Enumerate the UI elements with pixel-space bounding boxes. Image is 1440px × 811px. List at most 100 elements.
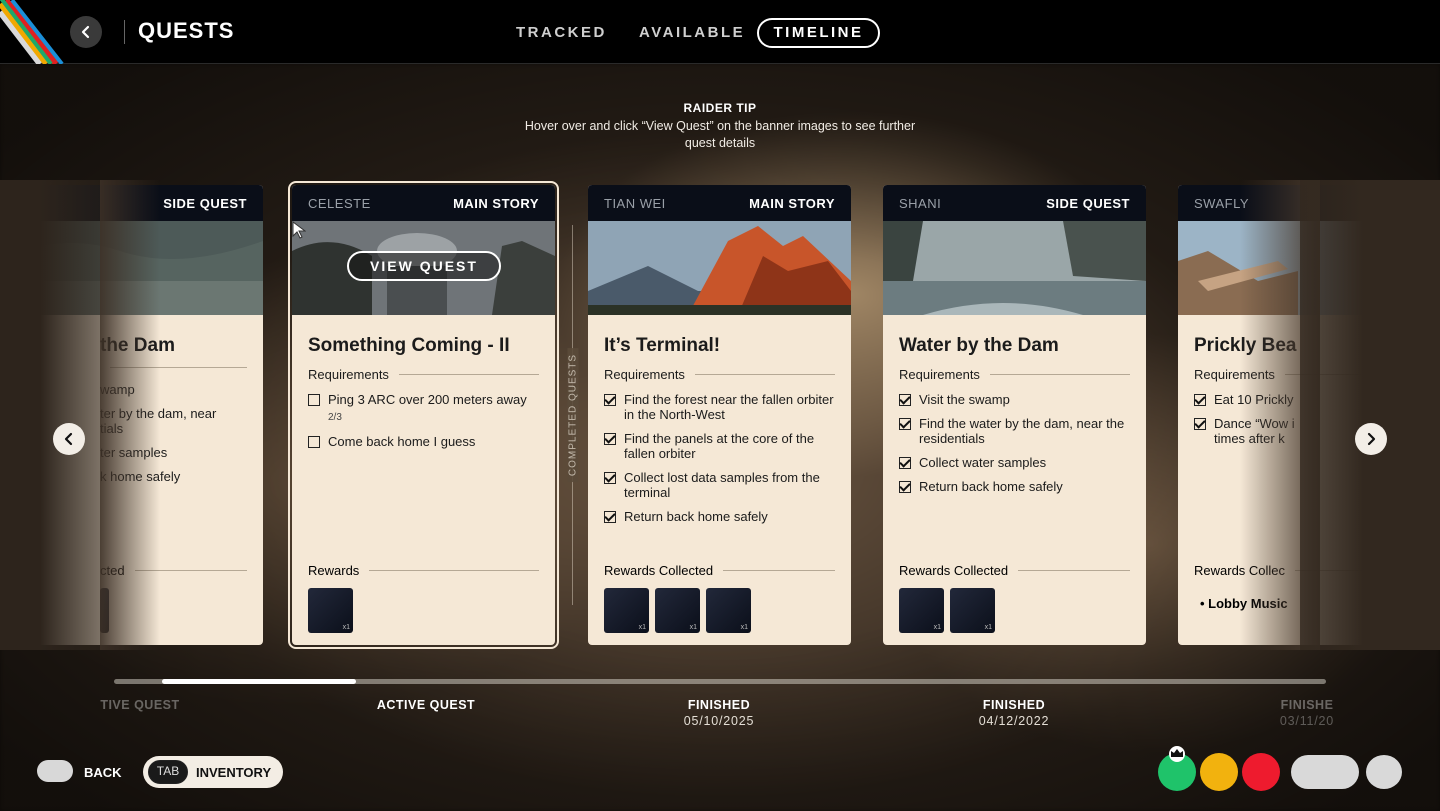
reward-qty: x1 bbox=[933, 624, 941, 631]
tab-key: TAB bbox=[148, 760, 188, 784]
card-npc: CELESTE bbox=[308, 195, 371, 211]
mouse-cursor-icon bbox=[292, 221, 306, 239]
top-bar: QUESTS TRACKED AVAILABLE TIMELINE bbox=[0, 0, 1440, 64]
card-type: SIDE QUEST bbox=[1046, 195, 1130, 211]
status-green-button[interactable] bbox=[1158, 746, 1196, 791]
reward-qty: x1 bbox=[740, 624, 748, 631]
timeline-point: TIVE QUEST bbox=[40, 698, 240, 712]
quest-title: It’s Terminal! bbox=[604, 335, 721, 356]
quest-card-something-coming[interactable]: CELESTE MAIN STORY VIEW QUEST Something … bbox=[288, 181, 559, 649]
requirement-text: Return back home safely bbox=[624, 509, 768, 524]
requirement-item: Find the forest near the fallen orbiter … bbox=[604, 392, 835, 422]
left-edge-fade bbox=[0, 180, 100, 650]
checkbox-checked-icon bbox=[604, 511, 616, 523]
inventory-label: INVENTORY bbox=[196, 764, 272, 780]
card-type: SIDE QUEST bbox=[163, 195, 247, 211]
card-banner-image bbox=[883, 221, 1146, 315]
timeline-date: 04/12/2022 bbox=[978, 714, 1050, 728]
rewards-label: Rewards Collected bbox=[899, 563, 1009, 578]
timeline-point: FINISHE 03/11/20 bbox=[1207, 698, 1407, 728]
tip-body: Hover over and click “View Quest” on the… bbox=[524, 119, 916, 150]
requirement-text: Find the forest near the fallen orbiter … bbox=[624, 392, 834, 422]
timeline-date: 05/10/2025 bbox=[683, 714, 755, 728]
requirements-label: Requirements bbox=[308, 367, 389, 382]
quest-title: Something Coming - II bbox=[308, 335, 510, 356]
checkbox-checked-icon bbox=[899, 481, 911, 493]
requirement-item: Come back home I guess bbox=[308, 434, 539, 449]
requirement-item: Ping 3 ARC over 200 meters away 2/3 bbox=[308, 392, 539, 425]
card-npc: SHANI bbox=[899, 195, 942, 211]
timeline-status: FINISHED bbox=[687, 698, 751, 712]
reward-item[interactable]: x1 bbox=[308, 588, 353, 633]
timeline-point: FINISHED 04/12/2022 bbox=[914, 698, 1114, 728]
checkbox-checked-icon bbox=[899, 418, 911, 430]
timeline-status: TIVE QUEST bbox=[100, 698, 180, 712]
timeline-date: 03/11/20 bbox=[1279, 714, 1335, 728]
back-key-button[interactable] bbox=[37, 760, 73, 782]
reward-qty: x1 bbox=[689, 624, 697, 631]
rainbow-stripes-logo bbox=[0, 0, 70, 64]
chevron-left-icon bbox=[64, 432, 73, 446]
crown-icon bbox=[1169, 746, 1185, 762]
title-divider bbox=[124, 20, 125, 44]
status-red-button[interactable] bbox=[1242, 753, 1280, 791]
requirement-text: Find the water by the dam, near the resi… bbox=[919, 416, 1125, 446]
card-banner-image: VIEW QUEST bbox=[292, 221, 555, 315]
requirement-item: Collect water samples bbox=[899, 455, 1130, 470]
checkbox-checked-icon bbox=[604, 394, 616, 406]
back-button[interactable] bbox=[70, 16, 102, 48]
tab-timeline[interactable]: TIMELINE bbox=[757, 18, 880, 48]
tab-available[interactable]: AVAILABLE bbox=[639, 18, 745, 48]
timeline-point: ACTIVE QUEST bbox=[326, 698, 526, 712]
checkbox-checked-icon bbox=[604, 472, 616, 484]
tab-tracked[interactable]: TRACKED bbox=[516, 18, 607, 48]
card-type: MAIN STORY bbox=[453, 195, 539, 211]
checkbox-icon bbox=[308, 436, 320, 448]
reward-item[interactable]: x1 bbox=[655, 588, 700, 633]
placeholder-pill-button[interactable] bbox=[1291, 755, 1359, 789]
requirement-text: Ping 3 ARC over 200 meters away bbox=[328, 392, 527, 407]
checkbox-checked-icon bbox=[1194, 394, 1206, 406]
requirement-item: Find the water by the dam, near the resi… bbox=[899, 416, 1130, 446]
card-banner-image bbox=[588, 221, 851, 315]
scroll-left-button[interactable] bbox=[53, 423, 85, 455]
timeline-position-indicator[interactable] bbox=[162, 679, 356, 684]
reward-item[interactable]: x1 bbox=[604, 588, 649, 633]
timeline-status: ACTIVE QUEST bbox=[376, 698, 476, 712]
requirement-text: Collect water samples bbox=[919, 455, 1047, 470]
checkbox-checked-icon bbox=[604, 433, 616, 445]
requirements-label: Requirements bbox=[604, 367, 685, 382]
back-label: BACK bbox=[84, 765, 122, 780]
requirement-text: Find the panels at the core of the falle… bbox=[624, 431, 815, 461]
status-yellow-button[interactable] bbox=[1200, 753, 1238, 791]
checkbox-icon bbox=[308, 394, 320, 406]
requirement-item: Return back home safely bbox=[899, 479, 1130, 494]
checkbox-checked-icon bbox=[899, 457, 911, 469]
view-quest-button[interactable]: VIEW QUEST bbox=[347, 251, 501, 281]
rewards-label: Rewards Collected bbox=[604, 563, 714, 578]
inventory-button[interactable]: TAB INVENTORY bbox=[143, 756, 283, 788]
reward-qty: x1 bbox=[984, 624, 992, 631]
chevron-left-icon bbox=[81, 25, 90, 39]
reward-item[interactable]: x1 bbox=[950, 588, 995, 633]
quest-card-its-terminal[interactable]: TIAN WEI MAIN STORY It’s Terminal! Requi… bbox=[588, 185, 851, 645]
reward-item[interactable]: x1 bbox=[706, 588, 751, 633]
left-fade bbox=[100, 180, 160, 650]
page-title: QUESTS bbox=[138, 18, 235, 43]
raider-tip: RAIDER TIP Hover over and click “View Qu… bbox=[520, 101, 920, 152]
requirement-text: Collect lost data samples from the termi… bbox=[624, 470, 820, 500]
reward-qty: x1 bbox=[342, 624, 350, 631]
requirement-text: Visit the swamp bbox=[919, 392, 1010, 407]
requirement-text: Come back home I guess bbox=[328, 434, 476, 449]
scroll-right-button[interactable] bbox=[1355, 423, 1387, 455]
requirement-progress: 2/3 bbox=[328, 412, 342, 423]
placeholder-round-button[interactable] bbox=[1366, 755, 1402, 789]
timeline-status: FINISHE bbox=[1280, 698, 1334, 712]
requirement-item: Visit the swamp bbox=[899, 392, 1130, 407]
completed-quests-label: COMPLETED QUESTS bbox=[567, 347, 579, 483]
requirement-item: Collect lost data samples from the termi… bbox=[604, 470, 835, 500]
requirement-item: Find the panels at the core of the falle… bbox=[604, 431, 835, 461]
reward-item[interactable]: x1 bbox=[899, 588, 944, 633]
quest-title: Water by the Dam bbox=[899, 335, 1059, 356]
quest-card-water-by-the-dam[interactable]: SHANI SIDE QUEST Water by the Dam Requir… bbox=[883, 185, 1146, 645]
